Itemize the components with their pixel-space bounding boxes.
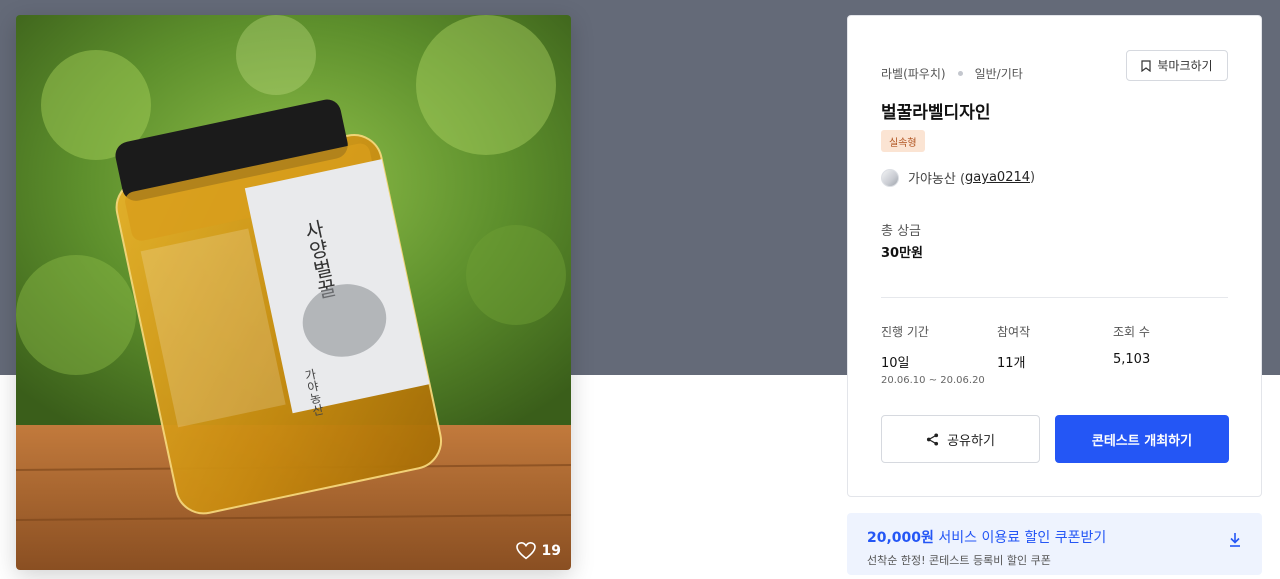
subcategory-label[interactable]: 일반/기타: [975, 65, 1023, 82]
share-button[interactable]: 공유하기: [881, 415, 1040, 463]
views-label: 조회 수: [1113, 325, 1150, 339]
share-icon: [927, 432, 939, 446]
host-avatar[interactable]: [881, 168, 899, 187]
category-label[interactable]: 라벨(파우치): [881, 65, 946, 82]
like-button[interactable]: 19: [515, 542, 561, 560]
period-label: 진행 기간: [881, 325, 929, 339]
share-label: 공유하기: [947, 433, 995, 449]
period-value: 10일: [881, 356, 910, 371]
divider: [881, 297, 1228, 298]
heart-icon: [515, 542, 536, 560]
bookmark-icon: [1141, 59, 1151, 72]
stat-period: 진행 기간 10일 20.06.10 ~ 20.06.20: [881, 323, 985, 386]
honey-jar-photo: 사양벌꿀 가야농산: [16, 15, 571, 570]
bookmark-button[interactable]: 북마크하기: [1126, 50, 1228, 81]
product-image[interactable]: 사양벌꿀 가야농산 19: [16, 15, 571, 570]
participants-value: 11개: [997, 356, 1026, 371]
contest-info-card: 라벨(파우치) 일반/기타 북마크하기 벌꿀라벨디자인 실속형 가야농산 ( g…: [847, 15, 1262, 497]
download-icon[interactable]: [1228, 532, 1242, 548]
contest-title: 벌꿀라벨디자인: [881, 103, 991, 123]
coupon-subtitle: 선착순 한정! 콘테스트 등록비 할인 쿠폰: [867, 554, 1051, 567]
category-separator: [957, 71, 963, 76]
host-close-paren: ): [1030, 170, 1036, 185]
coupon-title: 20,000원 서비스 이용료 할인 쿠폰받기: [867, 527, 1242, 547]
period-range: 20.06.10 ~ 20.06.20: [881, 375, 985, 386]
coupon-title-text: 서비스 이용료 할인 쿠폰받기: [933, 530, 1107, 546]
host-id-link[interactable]: gaya0214: [965, 170, 1030, 185]
prize-label: 총 상금: [881, 224, 922, 239]
views-value: 5,103: [1113, 352, 1151, 367]
prize-value: 30만원: [881, 246, 924, 261]
host-contest-button[interactable]: 콘테스트 개최하기: [1055, 415, 1229, 463]
contest-type-badge: 실속형: [881, 130, 925, 152]
stat-participants: 참여작 11개: [997, 323, 1030, 371]
category-breadcrumb: 라벨(파우치) 일반/기타: [881, 65, 1023, 82]
bookmark-label: 북마크하기: [1157, 59, 1213, 73]
stat-views: 조회 수 5,103: [1113, 323, 1150, 367]
coupon-amount: 20,000원: [867, 530, 934, 546]
participants-label: 참여작: [997, 325, 1031, 339]
like-count: 19: [541, 543, 561, 559]
coupon-banner[interactable]: 20,000원 서비스 이용료 할인 쿠폰받기 선착순 한정! 콘테스트 등록비…: [847, 513, 1262, 575]
host-name: 가야농산 (: [908, 172, 966, 187]
host-info: 가야농산 ( gaya0214 ): [881, 168, 1035, 187]
